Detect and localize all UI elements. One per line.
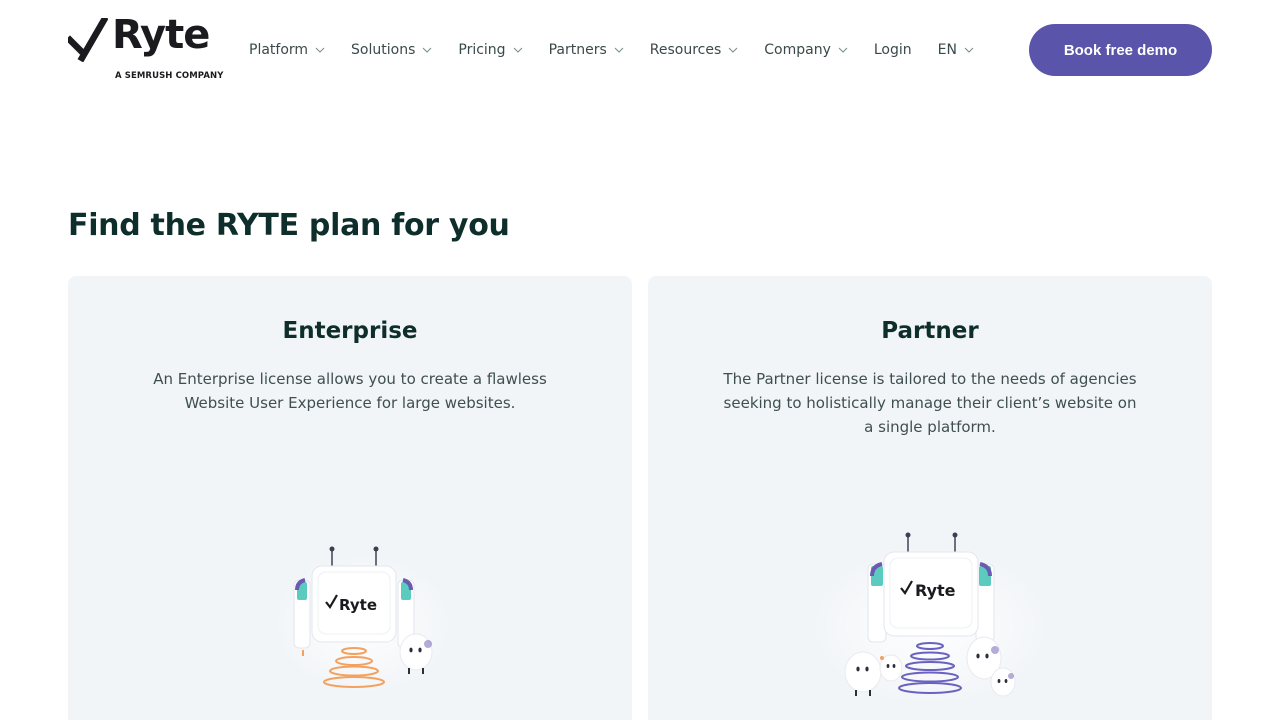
chevron-down-icon <box>315 47 325 53</box>
logo-wordmark: Ryte <box>112 12 210 58</box>
book-free-demo-button[interactable]: Book free demo <box>1029 24 1212 76</box>
plan-card-partner[interactable]: Partner The Partner license is tailored … <box>648 276 1212 720</box>
plan-card-enterprise[interactable]: Enterprise An Enterprise license allows … <box>68 276 632 720</box>
language-selector[interactable]: EN <box>938 42 974 58</box>
plan-description: The Partner license is tailored to the n… <box>723 370 1137 436</box>
nav-item-pricing[interactable]: Pricing <box>458 42 522 58</box>
plan-title: Partner <box>881 318 979 344</box>
page-title: Find the RYTE plan for you <box>68 208 510 243</box>
robot-orange-rings-icon: Ryte <box>273 546 453 694</box>
robot-purple-rings-icon: Ryte <box>810 532 1050 706</box>
chevron-down-icon <box>728 47 738 53</box>
nav-item-resources[interactable]: Resources <box>650 42 739 58</box>
nav-item-partners[interactable]: Partners <box>549 42 624 58</box>
site-header: Ryte A SEMRUSH COMPANY Platform Solution… <box>0 0 1280 100</box>
chevron-down-icon <box>513 47 522 53</box>
chevron-down-icon <box>614 47 624 53</box>
nav-item-label: Resources <box>649 42 722 58</box>
nav-item-label: Solutions <box>351 42 416 58</box>
chevron-down-icon <box>838 47 848 53</box>
ryte-logo[interactable]: Ryte A SEMRUSH COMPANY <box>68 12 224 82</box>
svg-text:Ryte: Ryte <box>339 596 377 614</box>
svg-text:Ryte: Ryte <box>915 581 956 600</box>
nav-item-solutions[interactable]: Solutions <box>351 42 432 58</box>
nav-item-login[interactable]: Login <box>874 42 912 58</box>
main-nav: Platform Solutions Pricing Partners Reso… <box>249 40 974 60</box>
chevron-down-icon <box>423 47 432 53</box>
nav-item-label: Pricing <box>458 42 506 58</box>
nav-item-label: Login <box>873 42 912 58</box>
nav-item-label: Partners <box>548 42 607 58</box>
language-label: EN <box>937 42 957 58</box>
nav-item-platform[interactable]: Platform <box>249 42 325 58</box>
ryte-checkmark-icon <box>68 18 108 62</box>
nav-item-label: Company <box>764 42 831 58</box>
plan-title: Enterprise <box>282 318 418 344</box>
plan-description: An Enterprise license allows you to crea… <box>153 370 547 412</box>
nav-item-label: Platform <box>249 42 309 58</box>
logo-subtitle: A SEMRUSH COMPANY <box>115 71 224 81</box>
chevron-down-icon <box>964 47 974 53</box>
nav-item-company[interactable]: Company <box>764 42 848 58</box>
